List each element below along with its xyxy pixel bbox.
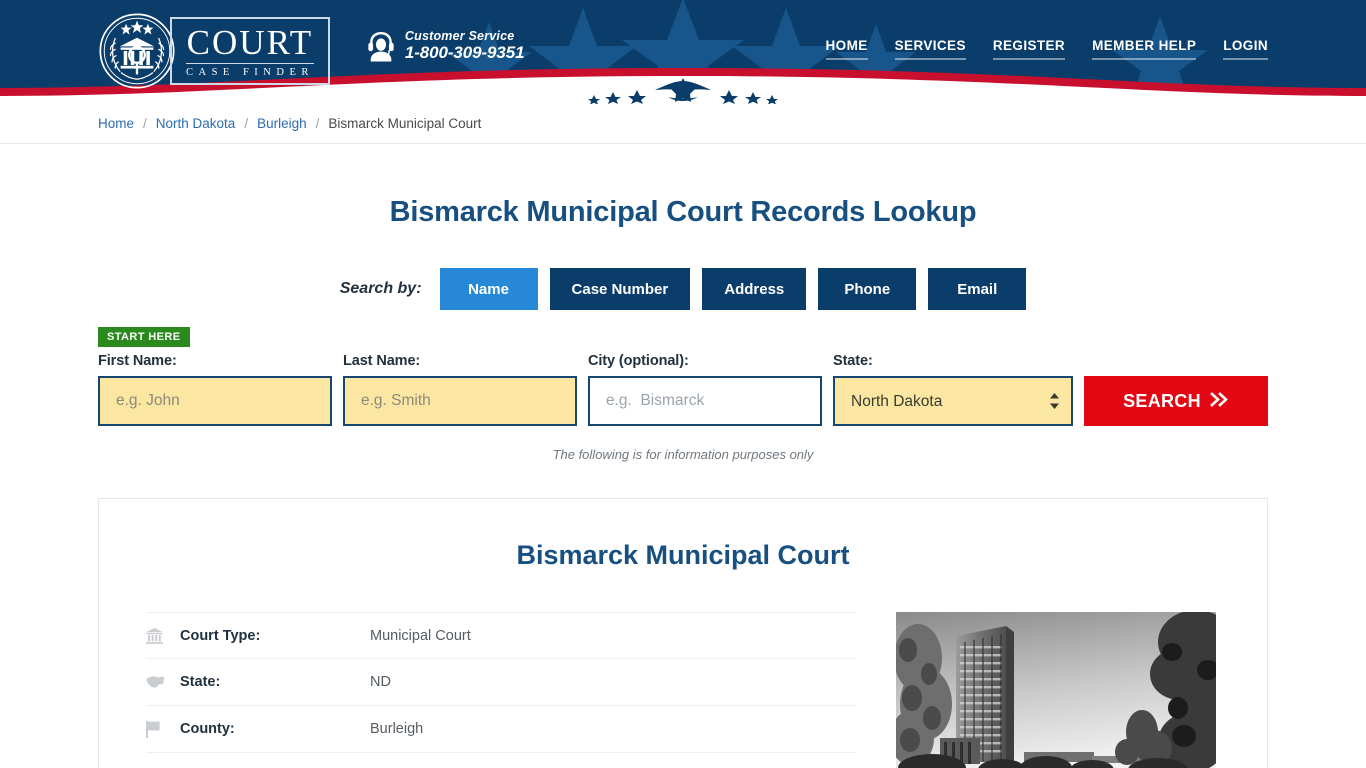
- court-seal-icon: [99, 13, 175, 89]
- search-by-label: Search by:: [339, 280, 422, 297]
- county-value: Burleigh: [370, 721, 424, 737]
- first-name-field-group: First Name:: [98, 353, 332, 426]
- search-disclaimer: The following is for information purpose…: [552, 447, 814, 462]
- search-section: Bismarck Municipal Court Records Lookup …: [0, 196, 1366, 462]
- nav-item-home[interactable]: HOME: [825, 38, 868, 60]
- logo-main-text: COURT: [186, 22, 314, 62]
- table-row: State: ND: [146, 659, 856, 706]
- search-button-label: SEARCH: [1123, 390, 1201, 411]
- customer-service-label: Customer Service: [404, 29, 515, 43]
- site-header: COURT CASE FINDER Customer Service 1-800…: [0, 0, 1366, 104]
- double-chevron-right-icon: [1210, 391, 1229, 412]
- tab-name[interactable]: Name: [439, 268, 538, 310]
- court-name-title: Bismarck Municipal Court: [516, 540, 850, 570]
- table-row: County: Burleigh: [146, 706, 856, 753]
- start-here-badge-row: START HERE: [98, 327, 1268, 347]
- breadcrumb-separator: /: [244, 116, 249, 131]
- breadcrumb-item-home[interactable]: Home: [98, 116, 134, 131]
- breadcrumb: Home / North Dakota / Burleigh / Bismarc…: [0, 104, 1366, 144]
- state-label: State:: [833, 353, 873, 369]
- court-type-value: Municipal Court: [370, 627, 471, 644]
- tab-case-number[interactable]: Case Number: [549, 268, 691, 310]
- search-by-tabs: Search by: Name Case Number Address Phon…: [98, 268, 1268, 310]
- table-row: Court Type: Municipal Court: [146, 612, 856, 659]
- city-label: City (optional):: [588, 353, 689, 369]
- state-info-value: ND: [370, 674, 391, 690]
- last-name-input[interactable]: [343, 376, 577, 426]
- court-info-table: Court Type: Municipal Court State: ND Co…: [146, 612, 856, 768]
- nav-item-member-help[interactable]: MEMBER HELP: [1092, 38, 1197, 60]
- tab-phone[interactable]: Phone: [818, 268, 917, 310]
- court-type-label: Court Type:: [180, 627, 261, 644]
- search-form: First Name: Last Name: City (optional): …: [98, 353, 1268, 426]
- bank-icon: [146, 627, 180, 644]
- nav-item-services[interactable]: SERVICES: [894, 38, 966, 60]
- last-name-label: Last Name:: [343, 353, 421, 369]
- nav-item-login[interactable]: LOGIN: [1223, 38, 1268, 60]
- county-label: County:: [180, 721, 235, 737]
- state-info-label: State:: [180, 674, 221, 690]
- breadcrumb-item-current: Bismarck Municipal Court: [328, 116, 482, 131]
- breadcrumb-separator: /: [143, 116, 147, 131]
- logo-sub-text: CASE FINDER: [186, 66, 314, 78]
- main-navigation: HOME SERVICES REGISTER MEMBER HELP LOGIN: [825, 38, 1268, 60]
- courthouse-photo: [896, 612, 1216, 768]
- logo-wordmark: COURT CASE FINDER: [170, 16, 330, 86]
- usa-map-icon: [146, 675, 180, 689]
- site-logo[interactable]: COURT CASE FINDER: [98, 12, 330, 90]
- state-field-group: State: North Dakota: [833, 353, 1073, 426]
- first-name-label: First Name:: [98, 353, 177, 369]
- page-title: Bismarck Municipal Court Records Lookup: [389, 196, 977, 228]
- breadcrumb-item-north-dakota[interactable]: North Dakota: [156, 116, 236, 131]
- tab-address[interactable]: Address: [702, 268, 807, 310]
- first-name-input[interactable]: [98, 376, 332, 426]
- breadcrumb-separator: /: [315, 116, 320, 131]
- tab-email[interactable]: Email: [928, 268, 1027, 310]
- logo-divider: [186, 62, 314, 64]
- search-button[interactable]: SEARCH: [1084, 376, 1268, 426]
- court-details-card: Bismarck Municipal Court Court Type: Mun…: [98, 498, 1268, 768]
- city-input[interactable]: [588, 376, 822, 426]
- breadcrumb-item-burleigh[interactable]: Burleigh: [257, 116, 307, 131]
- start-here-badge: START HERE: [98, 327, 191, 347]
- headset-support-icon: [368, 31, 394, 62]
- state-select[interactable]: North Dakota: [833, 376, 1073, 426]
- customer-service-phone[interactable]: 1-800-309-9351: [405, 43, 525, 63]
- customer-service-block: Customer Service 1-800-309-9351: [366, 29, 525, 63]
- nav-item-register[interactable]: REGISTER: [992, 38, 1066, 60]
- last-name-field-group: Last Name:: [343, 353, 577, 426]
- flag-icon: [146, 720, 180, 738]
- city-field-group: City (optional):: [588, 353, 822, 426]
